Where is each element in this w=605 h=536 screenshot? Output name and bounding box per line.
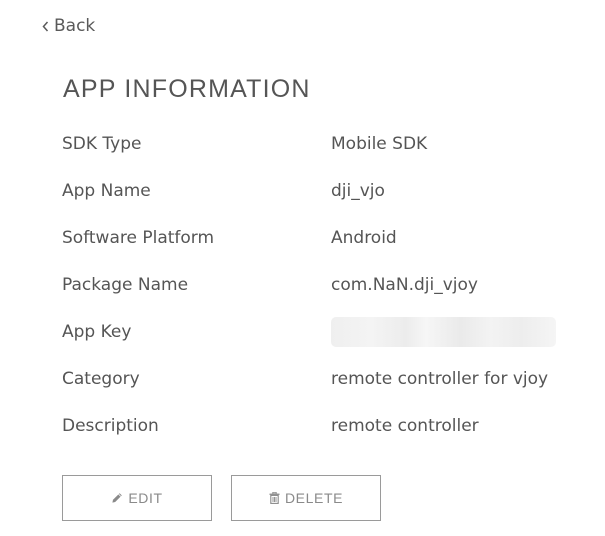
chevron-left-icon	[42, 21, 49, 32]
description-value: remote controller	[331, 415, 479, 436]
app-key-label: App Key	[62, 321, 132, 342]
sdk-type-value: Mobile SDK	[331, 133, 428, 154]
sdk-type-label: SDK Type	[62, 133, 142, 154]
delete-button-label: DELETE	[284, 490, 344, 506]
info-row-sdk-type: SDK Type Mobile SDK	[62, 120, 562, 167]
info-row-category: Category remote controller for vjoy	[62, 355, 562, 402]
edit-button-label: EDIT	[128, 490, 163, 506]
app-key-value-masked	[331, 316, 556, 347]
package-name-label: Package Name	[62, 274, 189, 295]
app-info-list: SDK Type Mobile SDK App Name dji_vjo Sof…	[62, 120, 562, 449]
masked-app-key	[331, 316, 556, 347]
info-row-package-name: Package Name com.NaN.dji_vjoy	[62, 261, 562, 308]
app-name-label: App Name	[62, 180, 151, 201]
software-platform-label: Software Platform	[62, 227, 215, 248]
category-label: Category	[62, 368, 140, 389]
info-row-description: Description remote controller	[62, 402, 562, 449]
back-link[interactable]: Back	[42, 14, 95, 38]
info-row-software-platform: Software Platform Android	[62, 214, 562, 261]
package-name-value: com.NaN.dji_vjoy	[331, 274, 478, 295]
edit-button[interactable]: EDIT	[62, 475, 212, 521]
info-row-app-key: App Key	[62, 308, 562, 355]
action-buttons: EDIT DELETE	[62, 475, 381, 521]
page-title: APP INFORMATION	[63, 75, 311, 103]
description-label: Description	[62, 415, 159, 436]
app-name-value: dji_vjo	[331, 180, 385, 201]
category-value: remote controller for vjoy	[331, 368, 549, 389]
back-label: Back	[54, 16, 96, 36]
info-row-app-name: App Name dji_vjo	[62, 167, 562, 214]
delete-button[interactable]: DELETE	[231, 475, 381, 521]
pencil-icon	[111, 492, 123, 504]
trash-icon	[269, 492, 280, 504]
software-platform-value: Android	[331, 227, 397, 248]
